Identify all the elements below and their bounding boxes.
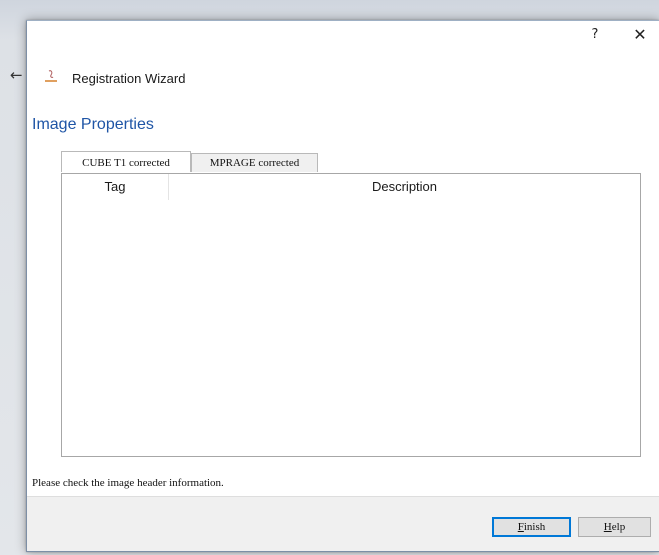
finish-label: inish	[523, 521, 546, 533]
help-label: elp	[611, 521, 626, 533]
column-header-description[interactable]: Description	[169, 174, 640, 200]
button-footer: Finish Help	[27, 496, 659, 551]
wizard-title: Registration Wizard	[72, 71, 186, 86]
registration-wizard-dialog: ? ✕ ← Registration Wizard Image Properti…	[10, 20, 659, 552]
tab-cube-t1-corrected[interactable]: CUBE T1 corrected	[61, 151, 191, 172]
column-header-tag[interactable]: Tag	[62, 174, 169, 200]
desktop-background: ? ✕ ← Registration Wizard Image Properti…	[0, 0, 659, 555]
tab-mprage-corrected[interactable]: MPRAGE corrected	[191, 153, 318, 172]
back-arrow-icon[interactable]: ←	[10, 66, 23, 84]
wizard-app-icon	[45, 70, 57, 82]
properties-table: Tag Description	[61, 173, 641, 457]
title-bar: ? ✕	[27, 21, 659, 51]
status-message: Please check the image header informatio…	[32, 477, 224, 489]
help-mnemonic: H	[603, 521, 612, 533]
page-heading: Image Properties	[32, 116, 154, 133]
help-context-button[interactable]: ?	[587, 27, 603, 42]
finish-button[interactable]: Finish	[492, 517, 571, 537]
table-body	[62, 200, 640, 456]
close-button[interactable]: ✕	[631, 25, 649, 44]
table-header: Tag Description	[62, 174, 640, 200]
help-button[interactable]: Help	[578, 517, 651, 537]
